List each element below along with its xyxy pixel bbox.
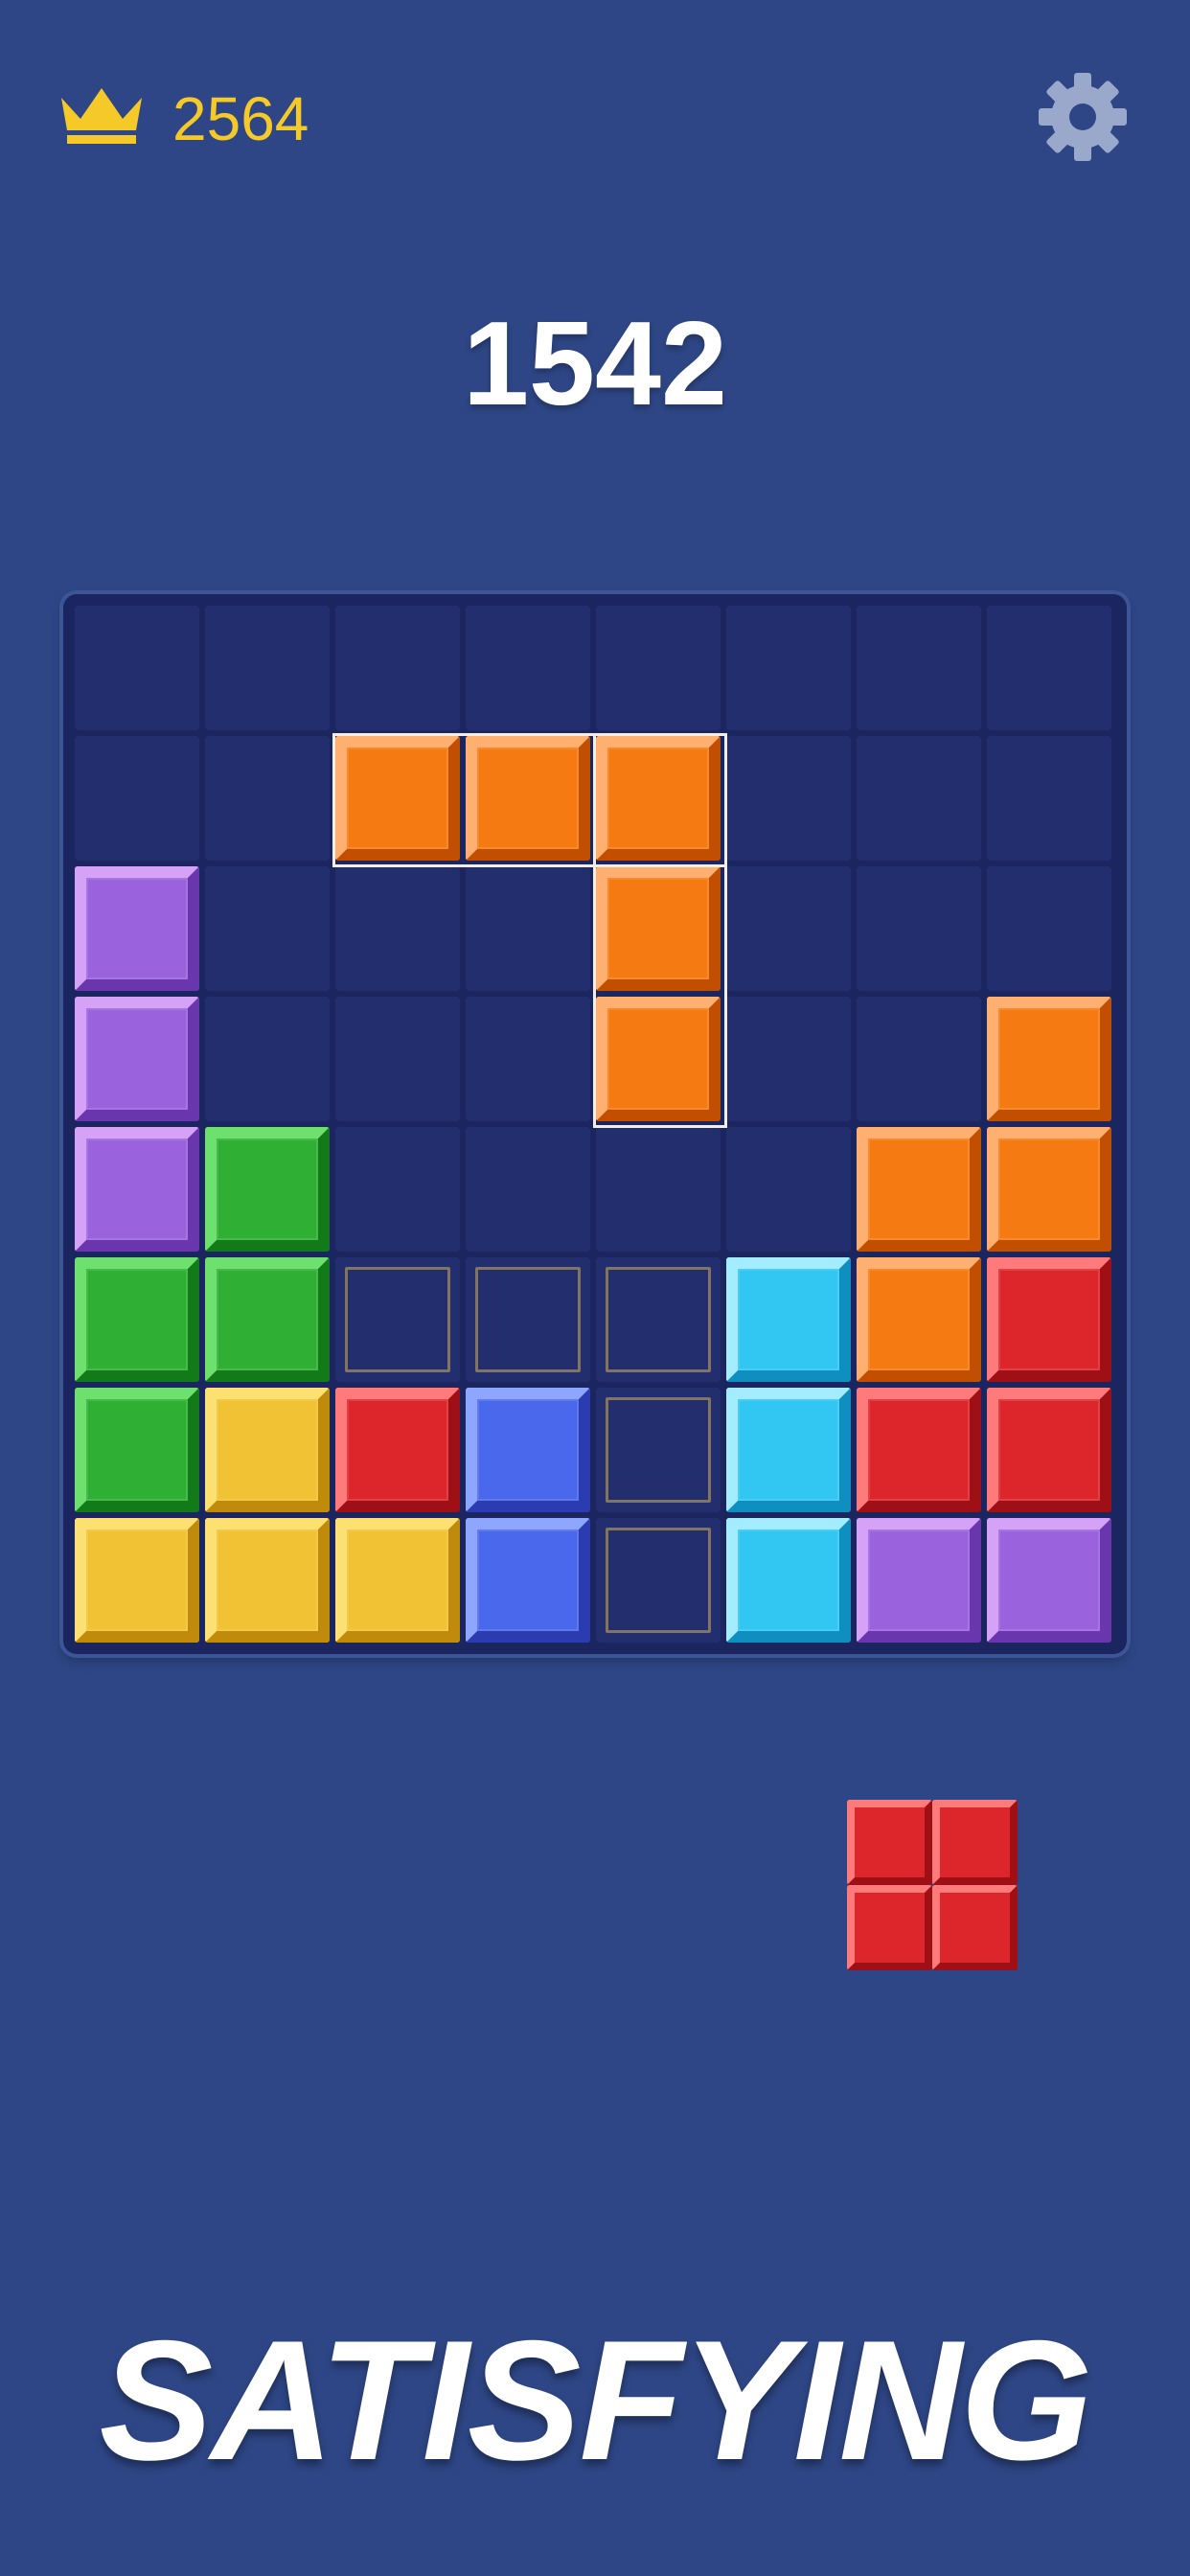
- empty-cell[interactable]: [205, 997, 330, 1121]
- next-piece-block: [847, 1885, 932, 1970]
- empty-cell[interactable]: [466, 606, 590, 730]
- empty-cell[interactable]: [726, 997, 851, 1121]
- empty-cell[interactable]: [596, 606, 721, 730]
- gear-icon[interactable]: [1035, 69, 1131, 165]
- empty-cell[interactable]: [75, 606, 199, 730]
- empty-cell[interactable]: [205, 606, 330, 730]
- empty-cell[interactable]: [726, 866, 851, 991]
- empty-cell[interactable]: [726, 606, 851, 730]
- empty-cell[interactable]: [857, 736, 981, 861]
- block-r[interactable]: [987, 1257, 1111, 1382]
- block-g[interactable]: [205, 1257, 330, 1382]
- block-r[interactable]: [857, 1388, 981, 1512]
- placement-hint-cell[interactable]: [596, 1257, 721, 1382]
- crown-icon: [61, 88, 142, 144]
- block-c[interactable]: [726, 1388, 851, 1512]
- block-p[interactable]: [987, 1518, 1111, 1643]
- empty-cell[interactable]: [205, 866, 330, 991]
- block-o[interactable]: [466, 736, 590, 861]
- empty-cell[interactable]: [857, 606, 981, 730]
- block-o[interactable]: [857, 1257, 981, 1382]
- block-r[interactable]: [335, 1388, 460, 1512]
- current-score: 1542: [463, 298, 727, 430]
- empty-cell[interactable]: [857, 866, 981, 991]
- top-bar: 2564: [0, 0, 1190, 230]
- empty-cell[interactable]: [335, 1127, 460, 1252]
- block-o[interactable]: [596, 997, 721, 1121]
- block-o[interactable]: [335, 736, 460, 861]
- empty-cell[interactable]: [335, 606, 460, 730]
- next-piece-block: [847, 1800, 932, 1885]
- block-g[interactable]: [75, 1388, 199, 1512]
- empty-cell[interactable]: [205, 736, 330, 861]
- empty-cell[interactable]: [987, 736, 1111, 861]
- empty-cell[interactable]: [466, 997, 590, 1121]
- next-piece-square[interactable]: [847, 1800, 1018, 1970]
- next-piece-block: [932, 1885, 1018, 1970]
- block-r[interactable]: [987, 1388, 1111, 1512]
- block-y[interactable]: [335, 1518, 460, 1643]
- game-board[interactable]: [63, 594, 1127, 1654]
- next-piece-block: [932, 1800, 1018, 1885]
- empty-cell[interactable]: [335, 866, 460, 991]
- placement-hint-cell[interactable]: [466, 1257, 590, 1382]
- placement-hint-cell[interactable]: [596, 1518, 721, 1643]
- block-b[interactable]: [466, 1518, 590, 1643]
- block-o[interactable]: [857, 1127, 981, 1252]
- empty-cell[interactable]: [726, 1127, 851, 1252]
- tagline: SATISFYING: [99, 2305, 1093, 2496]
- block-y[interactable]: [205, 1388, 330, 1512]
- block-c[interactable]: [726, 1518, 851, 1643]
- empty-cell[interactable]: [987, 866, 1111, 991]
- best-score: 2564: [172, 84, 309, 153]
- block-p[interactable]: [75, 1127, 199, 1252]
- block-y[interactable]: [205, 1518, 330, 1643]
- block-p[interactable]: [857, 1518, 981, 1643]
- empty-cell[interactable]: [466, 866, 590, 991]
- block-o[interactable]: [987, 997, 1111, 1121]
- block-o[interactable]: [596, 736, 721, 861]
- block-b[interactable]: [466, 1388, 590, 1512]
- empty-cell[interactable]: [466, 1127, 590, 1252]
- block-p[interactable]: [75, 866, 199, 991]
- empty-cell[interactable]: [726, 736, 851, 861]
- block-g[interactable]: [75, 1257, 199, 1382]
- block-c[interactable]: [726, 1257, 851, 1382]
- empty-cell[interactable]: [596, 1127, 721, 1252]
- block-o[interactable]: [987, 1127, 1111, 1252]
- empty-cell[interactable]: [987, 606, 1111, 730]
- block-o[interactable]: [596, 866, 721, 991]
- empty-cell[interactable]: [75, 736, 199, 861]
- empty-cell[interactable]: [857, 997, 981, 1121]
- block-p[interactable]: [75, 997, 199, 1121]
- placement-hint-cell[interactable]: [335, 1257, 460, 1382]
- placement-hint-cell[interactable]: [596, 1388, 721, 1512]
- empty-cell[interactable]: [335, 997, 460, 1121]
- block-y[interactable]: [75, 1518, 199, 1643]
- block-g[interactable]: [205, 1127, 330, 1252]
